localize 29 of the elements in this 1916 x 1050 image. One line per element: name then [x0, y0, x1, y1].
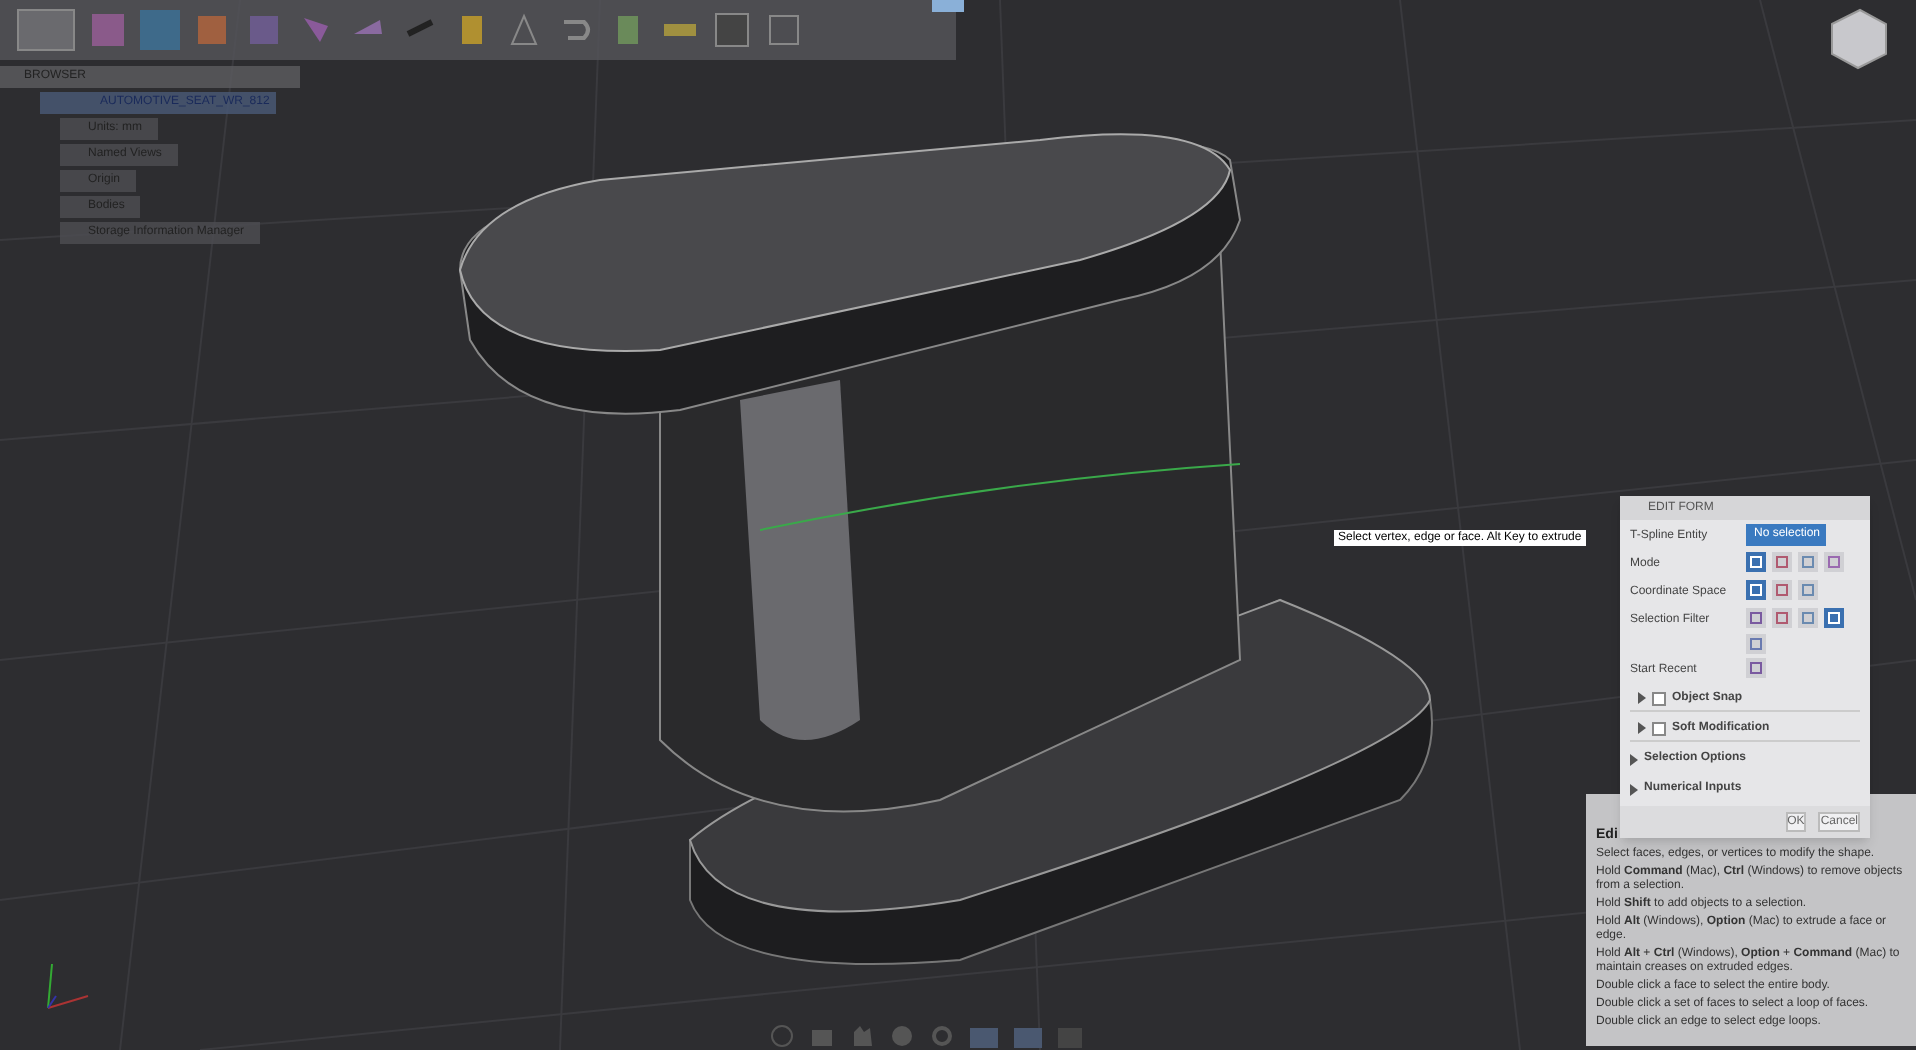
image-icon[interactable]	[712, 10, 752, 50]
mode-icon[interactable]	[1746, 634, 1766, 654]
sketch-icon[interactable]	[16, 8, 76, 52]
mode-icon[interactable]	[1746, 658, 1766, 678]
fit-icon[interactable]	[930, 1024, 954, 1048]
mode-icon[interactable]	[1824, 608, 1844, 628]
mode-icon[interactable]	[1798, 552, 1818, 572]
grid-icon[interactable]	[1014, 1024, 1042, 1048]
mode-icon[interactable]	[1746, 552, 1766, 572]
checkbox[interactable]	[1652, 691, 1666, 705]
mode-icon[interactable]	[1798, 580, 1818, 600]
mode-icon[interactable]	[1824, 552, 1844, 572]
mode-icon[interactable]	[1772, 608, 1792, 628]
checkbox[interactable]	[1652, 721, 1666, 735]
mode-icon[interactable]	[1772, 580, 1792, 600]
look-icon[interactable]	[810, 1024, 834, 1048]
mode-icon[interactable]	[1798, 608, 1818, 628]
monitor-icon[interactable]	[932, 0, 964, 16]
mode-icon[interactable]	[1772, 552, 1792, 572]
box-icon[interactable]	[88, 10, 128, 50]
mode-icon[interactable]	[1746, 608, 1766, 628]
expand-icon[interactable]	[1630, 783, 1638, 795]
mode-icon[interactable]	[1746, 580, 1766, 600]
orbit-icon[interactable]	[770, 1024, 794, 1048]
display-icon[interactable]	[970, 1024, 998, 1048]
expand-icon[interactable]	[1630, 753, 1638, 765]
zoom-icon[interactable]	[890, 1024, 914, 1048]
finish-icon[interactable]	[764, 10, 804, 50]
pan-hand-icon[interactable]	[850, 1024, 874, 1048]
